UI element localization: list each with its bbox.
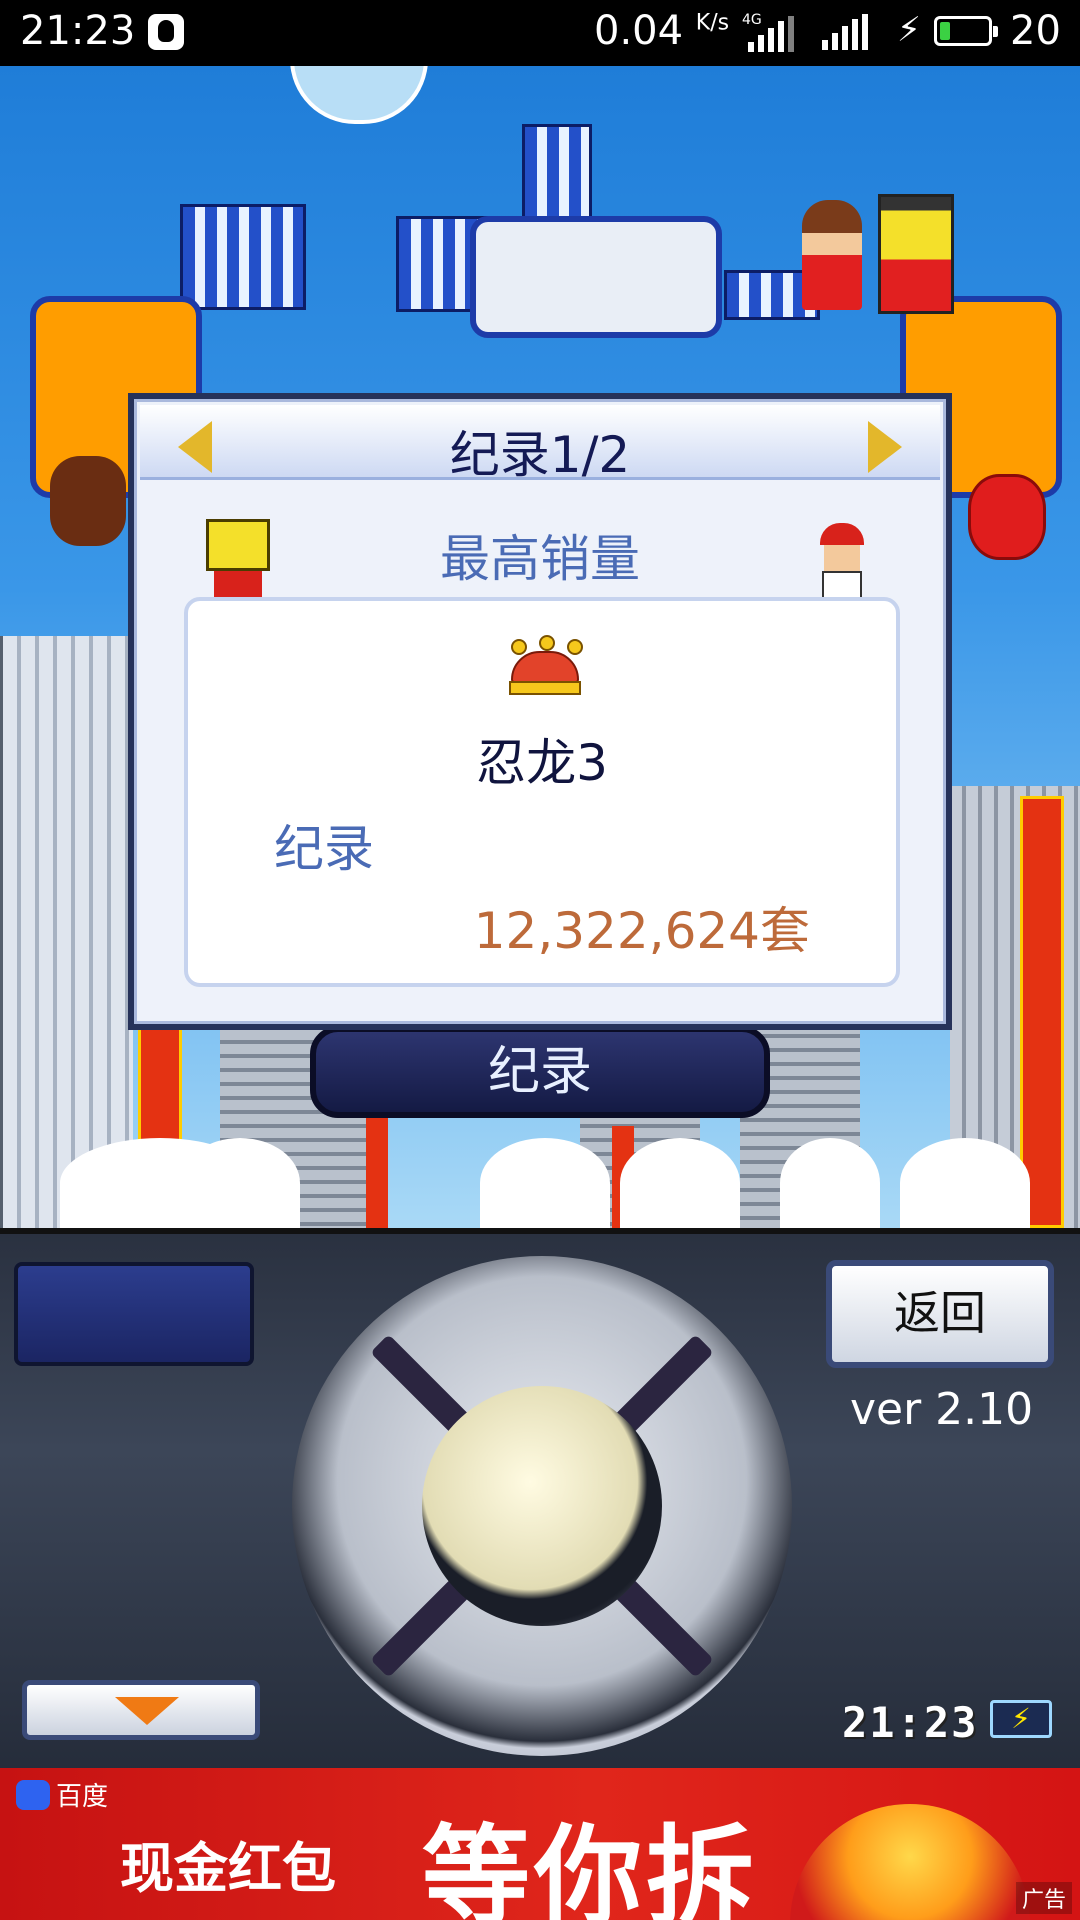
ad-banner[interactable]: 百度 现金红包 等你拆 广告 [0, 1768, 1080, 1920]
background-building [180, 204, 306, 310]
cellular-4g-icon: 4G [742, 12, 798, 52]
crown-icon [505, 635, 585, 695]
back-button-label: 返回 [894, 1286, 986, 1340]
scroll-down-button[interactable] [22, 1680, 260, 1740]
network-speed: 0.04 K/s [594, 8, 729, 54]
girl-sprite [802, 200, 862, 310]
network-speed-unit: K/s [695, 10, 730, 36]
employee-sprite [816, 523, 868, 599]
ad-brand: 百度 [56, 1782, 109, 1812]
ad-text: 现金红包 [120, 1837, 336, 1900]
charging-icon: ⚡ [897, 10, 921, 50]
status-time: 21:23 [20, 8, 136, 54]
game-clock: 21:23 [842, 1698, 979, 1747]
bear-mascot-icon [290, 66, 428, 124]
snow-drift [780, 1138, 880, 1228]
dialog-header: 纪录1/2 [140, 405, 940, 484]
charging-battery-icon: ⚡ [990, 1700, 1052, 1738]
battery-icon [934, 16, 998, 46]
status-bar: 21:23 0.04 K/s 4G ⚡ 20 [0, 0, 1080, 66]
network-speed-value: 0.04 [594, 8, 684, 54]
dpad-center-button[interactable] [422, 1386, 662, 1626]
game-scene: 纪录 纪录1/2 最高销量 忍龙3 纪录 12,322,624套 [0, 66, 1080, 1228]
qq-notification-icon [148, 14, 184, 50]
game-name: 忍龙3 [476, 734, 608, 792]
ad-headline: 等你拆 [422, 1815, 759, 1920]
new-year-banner-right [1020, 796, 1064, 1228]
battery-level: 20 [1010, 8, 1061, 54]
record-dialog: 纪录1/2 最高销量 忍龙3 纪录 12,322,624套 [128, 393, 952, 1030]
down-arrow-icon [115, 1697, 179, 1725]
snow-drift [480, 1138, 610, 1228]
snow-drift [180, 1138, 300, 1228]
control-panel: 返回 ver 2.10 21:23 ⚡ [0, 1228, 1080, 1774]
version-label: ver 2.10 [850, 1384, 1034, 1435]
record-menu-button[interactable]: 纪录 [310, 1026, 770, 1118]
dialog-title: 纪录1/2 [449, 426, 631, 484]
battery-fill [940, 22, 951, 40]
snow-drift [900, 1138, 1030, 1228]
back-button[interactable]: 返回 [826, 1260, 1054, 1368]
skyscraper-left [0, 636, 133, 1228]
record-menu-label: 纪录 [487, 1042, 592, 1102]
record-card: 忍龙3 纪录 12,322,624套 [184, 597, 900, 987]
baidu-paw-icon [16, 1780, 50, 1810]
ad-mark-label: 广告 [1021, 1888, 1066, 1913]
next-page-arrow-icon[interactable] [868, 421, 902, 473]
monkey-sprite [50, 456, 126, 546]
signal-strength-icon [822, 14, 878, 50]
dpad[interactable] [292, 1256, 792, 1756]
red-packet-icon [790, 1804, 1030, 1920]
lantern-icon [968, 474, 1046, 560]
ad-mark[interactable]: 广告 [1015, 1882, 1072, 1914]
menu-slot-button[interactable] [14, 1262, 254, 1366]
console-sprite [470, 216, 722, 338]
record-value: 12,322,624套 [473, 902, 810, 960]
record-label: 纪录 [274, 820, 374, 878]
boy-sprite [878, 194, 954, 314]
snow-drift [620, 1138, 740, 1228]
